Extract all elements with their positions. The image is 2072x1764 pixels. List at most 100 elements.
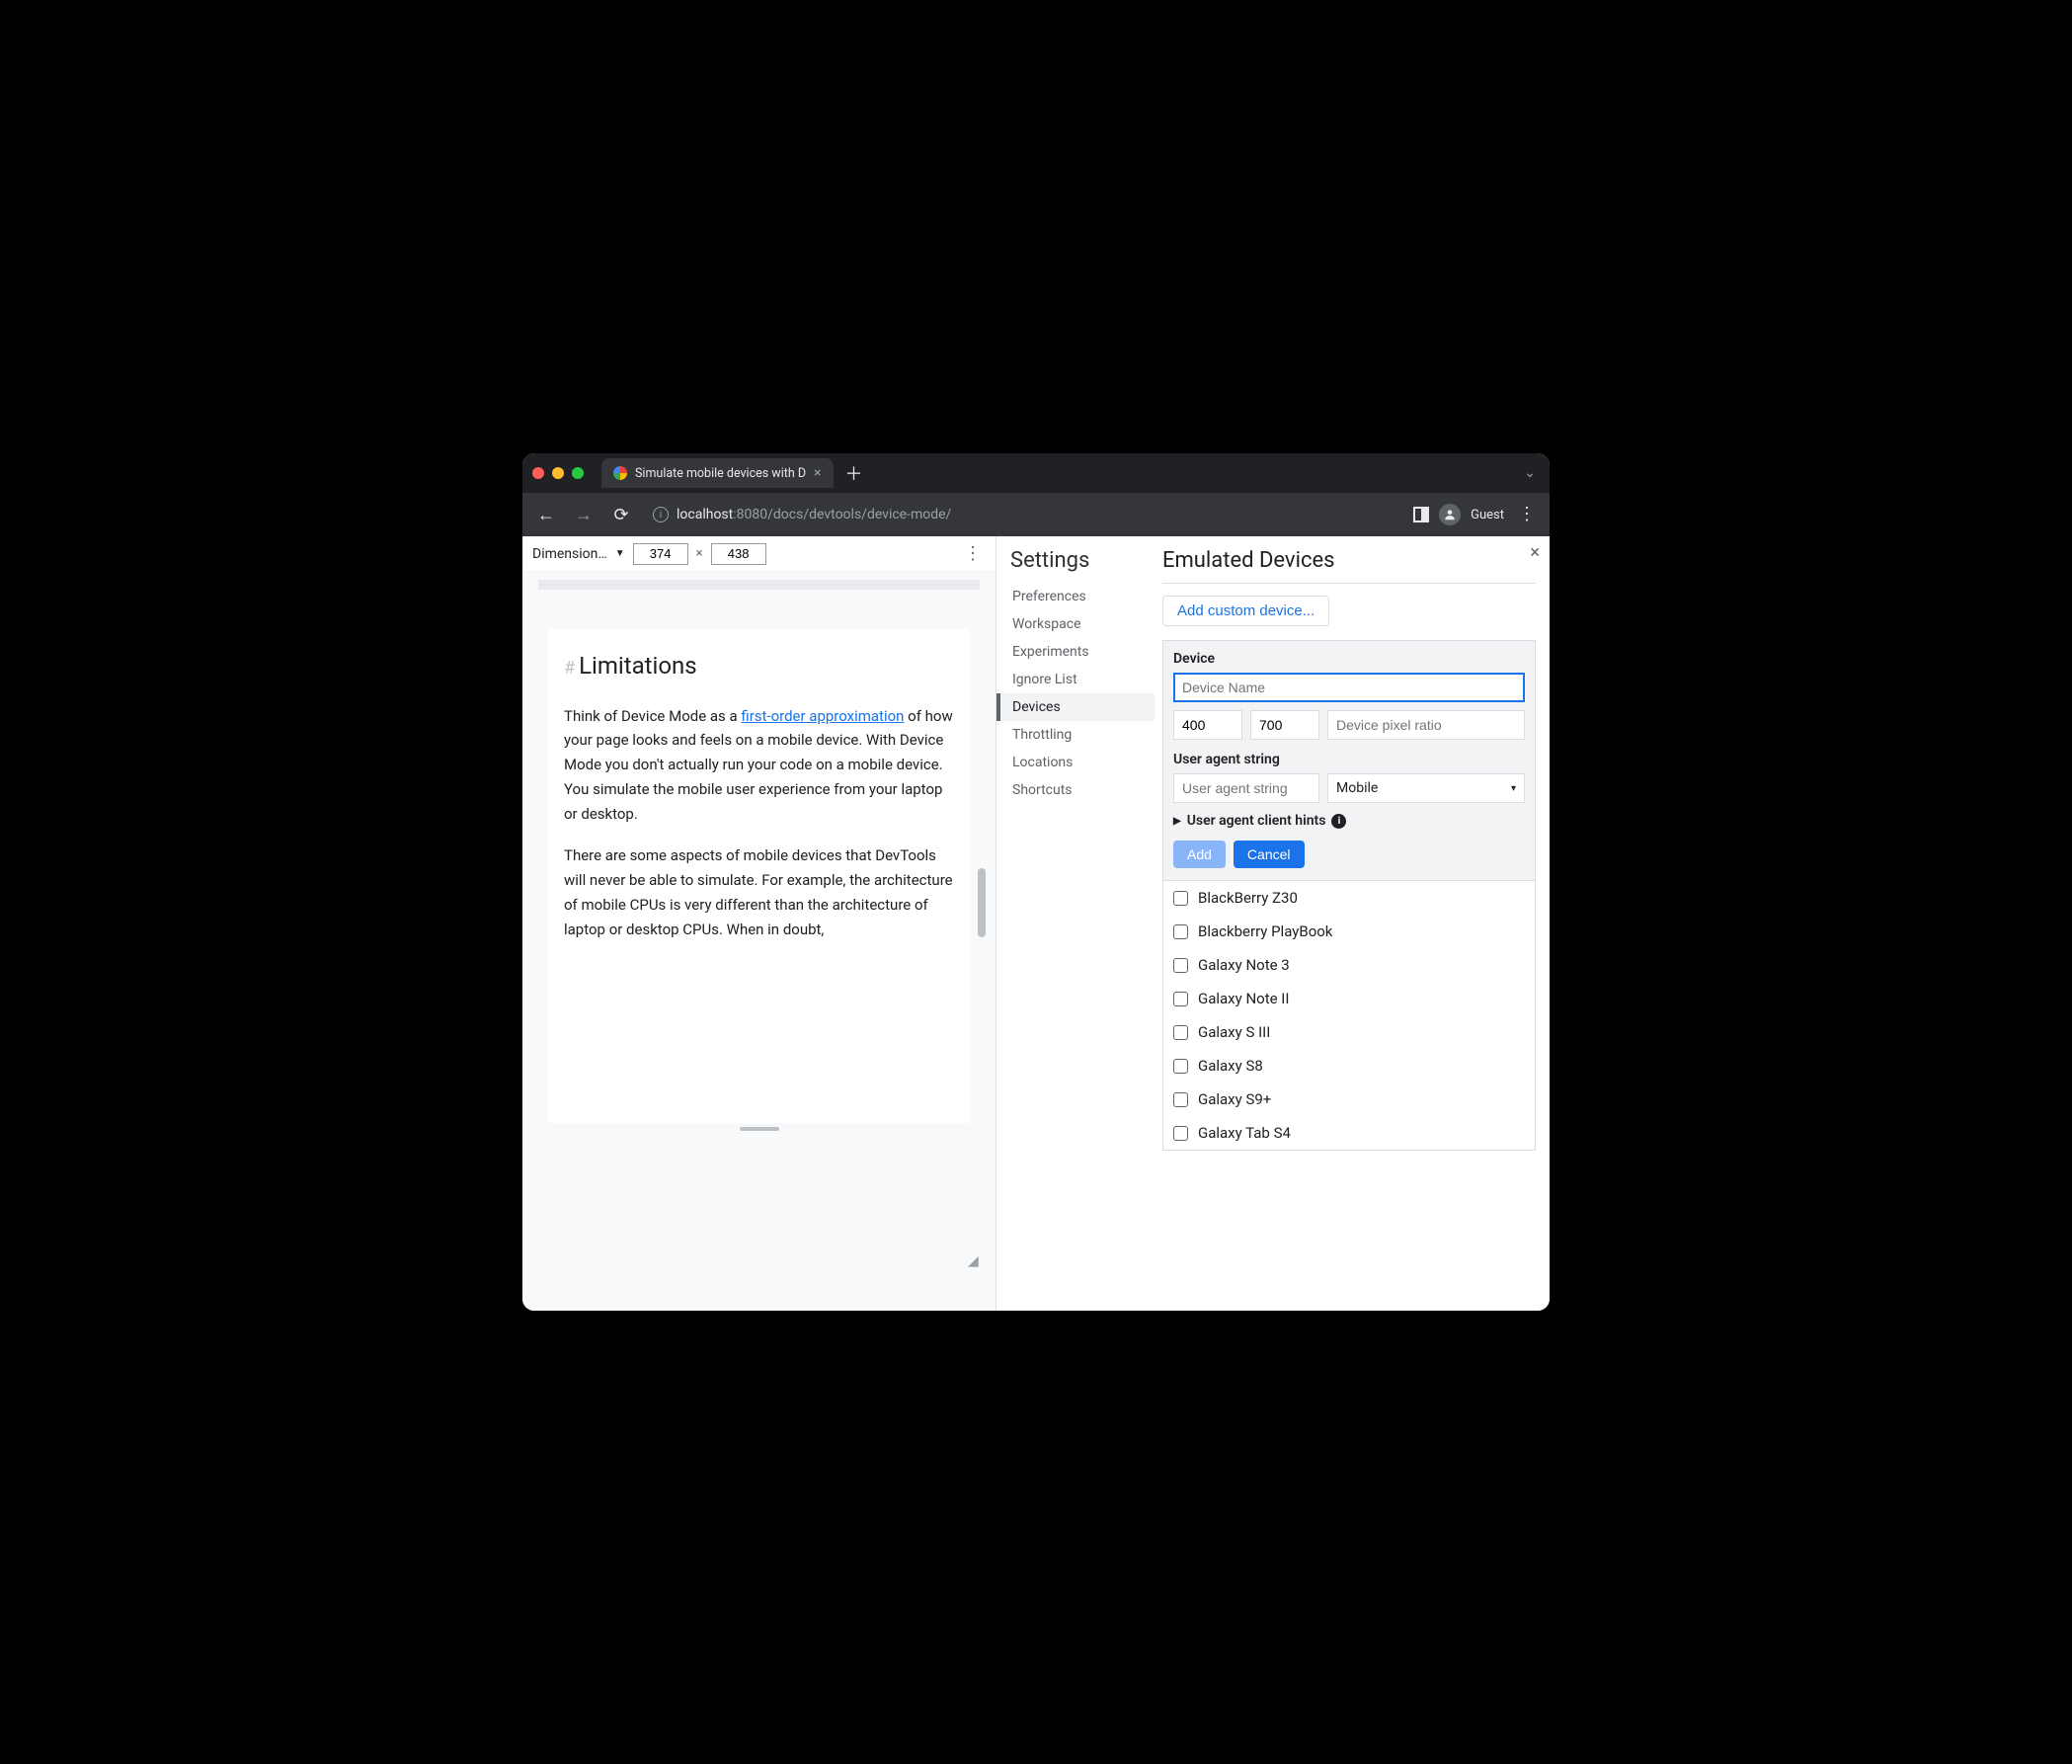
device-list-item[interactable]: Galaxy S8 xyxy=(1163,1049,1535,1082)
device-list-item[interactable]: BlackBerry Z30 xyxy=(1163,881,1535,915)
add-device-button[interactable]: Add xyxy=(1173,841,1226,868)
device-name-label: Galaxy Note 3 xyxy=(1198,956,1290,974)
maximize-window-icon[interactable] xyxy=(572,467,584,479)
viewport-resize-bottom[interactable] xyxy=(548,1127,970,1133)
ua-section-label: User agent string xyxy=(1173,752,1525,767)
minimize-window-icon[interactable] xyxy=(552,467,564,479)
device-list-item[interactable]: Galaxy S III xyxy=(1163,1015,1535,1049)
checkbox-icon[interactable] xyxy=(1173,1126,1188,1141)
emulated-page[interactable]: # Limitations Think of Device Mode as a … xyxy=(548,629,970,1123)
profile-avatar-icon[interactable] xyxy=(1439,504,1461,525)
viewport-resize-corner-icon[interactable]: ◢ xyxy=(968,1253,982,1267)
browser-menu-icon[interactable]: ⋮ xyxy=(1514,506,1540,523)
device-name-label: Galaxy S9+ xyxy=(1198,1090,1271,1108)
close-window-icon[interactable] xyxy=(532,467,544,479)
close-settings-icon[interactable]: × xyxy=(1530,542,1540,563)
device-list: BlackBerry Z30 Blackberry PlayBook Galaxy … xyxy=(1162,881,1536,1151)
chevron-down-icon: ▾ xyxy=(1511,783,1516,794)
back-button[interactable]: ← xyxy=(532,501,560,528)
device-name-label: Galaxy Tab S4 xyxy=(1198,1124,1291,1142)
url-path: /docs/devtools/device-mode/ xyxy=(767,507,951,522)
sidebar-item-locations[interactable]: Locations xyxy=(1010,749,1155,776)
url-bar[interactable]: i localhost:8080/docs/devtools/device-mo… xyxy=(645,500,1403,529)
sidebar-item-workspace[interactable]: Workspace xyxy=(1010,610,1155,638)
settings-main: × Emulated Devices Add custom device... … xyxy=(1155,536,1550,1311)
checkbox-icon[interactable] xyxy=(1173,924,1188,939)
heading-hash-icon: # xyxy=(564,654,575,683)
ua-type-value: Mobile xyxy=(1336,780,1378,796)
window-controls xyxy=(532,467,584,479)
info-icon: i xyxy=(1331,814,1346,829)
viewport-width-input[interactable] xyxy=(633,543,688,565)
checkbox-icon[interactable] xyxy=(1173,958,1188,973)
device-toolbar-menu-icon[interactable]: ⋮ xyxy=(960,545,986,563)
first-order-link[interactable]: first-order approximation xyxy=(741,707,904,725)
device-width-input[interactable] xyxy=(1173,710,1242,740)
checkbox-icon[interactable] xyxy=(1173,891,1188,906)
browser-window: Simulate mobile devices with D × ＋ ⌄ ← →… xyxy=(522,453,1550,1311)
device-dpr-input[interactable] xyxy=(1327,710,1525,740)
dimensions-label: Dimension… xyxy=(532,546,607,562)
dimensions-dropdown-icon[interactable]: ▼ xyxy=(615,548,625,559)
device-height-input[interactable] xyxy=(1250,710,1319,740)
close-tab-icon[interactable]: × xyxy=(814,466,821,480)
side-panel-icon[interactable] xyxy=(1413,507,1429,522)
url-host: localhost xyxy=(677,507,733,522)
device-name-input[interactable] xyxy=(1173,673,1525,702)
device-list-item[interactable]: Galaxy Note II xyxy=(1163,982,1535,1015)
custom-device-form: Device User agent string Mobile xyxy=(1162,640,1536,881)
device-viewport: # Limitations Think of Device Mode as a … xyxy=(522,572,996,1311)
add-custom-device-button[interactable]: Add custom device... xyxy=(1162,596,1329,626)
device-name-label: Galaxy S8 xyxy=(1198,1057,1263,1075)
page-heading: # Limitations xyxy=(564,647,954,686)
site-info-icon[interactable]: i xyxy=(653,507,669,522)
devtools-settings: Settings PreferencesWorkspaceExperiments… xyxy=(996,536,1550,1311)
device-list-item[interactable]: Blackberry PlayBook xyxy=(1163,915,1535,948)
profile-label: Guest xyxy=(1471,508,1504,522)
checkbox-icon[interactable] xyxy=(1173,1059,1188,1074)
new-tab-button[interactable]: ＋ xyxy=(841,460,867,486)
sidebar-item-devices[interactable]: Devices xyxy=(996,693,1155,721)
sidebar-item-ignore-list[interactable]: Ignore List xyxy=(1010,666,1155,693)
address-bar: ← → ⟳ i localhost:8080/docs/devtools/dev… xyxy=(522,493,1550,536)
device-name-label: Blackberry PlayBook xyxy=(1198,922,1332,940)
ua-hints-label: User agent client hints xyxy=(1187,813,1326,829)
sidebar-item-preferences[interactable]: Preferences xyxy=(1010,583,1155,610)
device-list-item[interactable]: Galaxy Note 3 xyxy=(1163,948,1535,982)
dimensions-multiply: × xyxy=(696,546,703,561)
triangle-right-icon: ▶ xyxy=(1173,816,1181,827)
device-list-item[interactable]: Galaxy S9+ xyxy=(1163,1082,1535,1116)
sidebar-item-throttling[interactable]: Throttling xyxy=(1010,721,1155,749)
device-name-label: BlackBerry Z30 xyxy=(1198,889,1298,907)
checkbox-icon[interactable] xyxy=(1173,1092,1188,1107)
sidebar-item-experiments[interactable]: Experiments xyxy=(1010,638,1155,666)
device-name-label: Galaxy Note II xyxy=(1198,990,1289,1007)
forward-button[interactable]: → xyxy=(570,501,598,528)
ua-client-hints-toggle[interactable]: ▶ User agent client hints i xyxy=(1173,813,1525,829)
browser-tab[interactable]: Simulate mobile devices with D × xyxy=(601,458,834,488)
url-port: :8080 xyxy=(733,507,767,522)
heading-text: Limitations xyxy=(579,647,697,686)
device-list-item[interactable]: Galaxy Tab S4 xyxy=(1163,1116,1535,1150)
cancel-device-button[interactable]: Cancel xyxy=(1234,841,1305,868)
checkbox-icon[interactable] xyxy=(1173,992,1188,1006)
viewport-height-input[interactable] xyxy=(711,543,766,565)
tab-title: Simulate mobile devices with D xyxy=(635,466,806,481)
tab-bar: Simulate mobile devices with D × ＋ ⌄ xyxy=(522,453,1550,493)
reload-button[interactable]: ⟳ xyxy=(607,501,635,528)
chrome-favicon-icon xyxy=(613,466,627,480)
device-toolbar: Dimension… ▼ × ⋮ xyxy=(522,536,996,572)
page-paragraph-2: There are some aspects of mobile devices… xyxy=(564,843,954,941)
emulated-devices-title: Emulated Devices xyxy=(1162,548,1536,573)
ua-string-input[interactable] xyxy=(1173,773,1319,803)
top-ruler xyxy=(538,580,980,590)
ua-type-select[interactable]: Mobile ▾ xyxy=(1327,773,1525,803)
settings-title: Settings xyxy=(1010,548,1155,573)
checkbox-icon[interactable] xyxy=(1173,1025,1188,1040)
tabs-dropdown-icon[interactable]: ⌄ xyxy=(1524,465,1540,481)
device-section-label: Device xyxy=(1173,651,1525,667)
sidebar-item-shortcuts[interactable]: Shortcuts xyxy=(1010,776,1155,804)
page-scrollbar[interactable] xyxy=(978,868,986,937)
device-mode-pane: Dimension… ▼ × ⋮ # Limitations Think of … xyxy=(522,536,996,1311)
content-area: Dimension… ▼ × ⋮ # Limitations Think of … xyxy=(522,536,1550,1311)
